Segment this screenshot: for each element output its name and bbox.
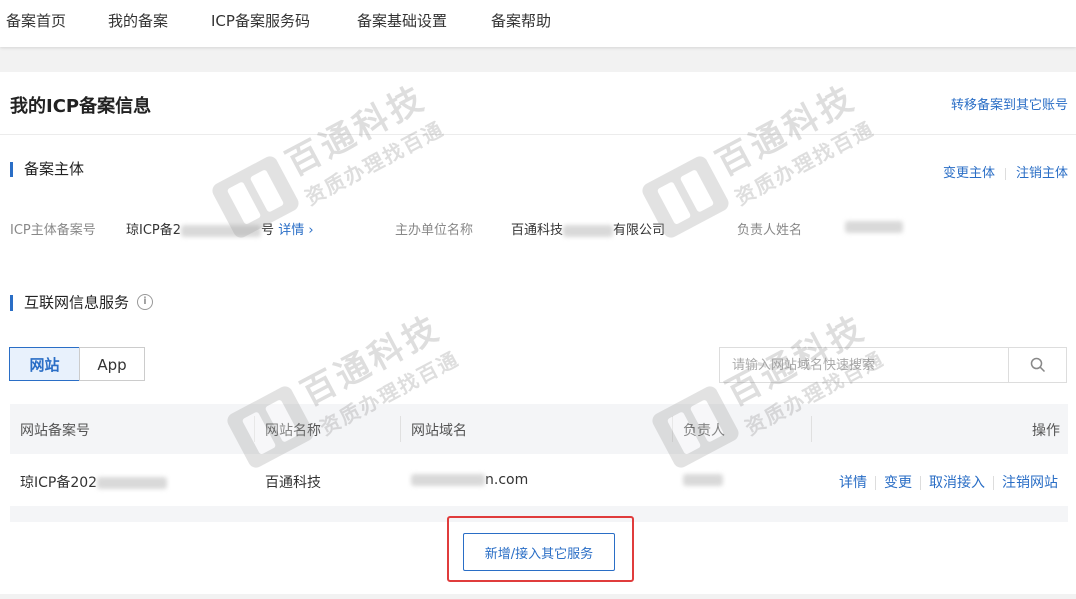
cell-record-number: 琼ICP备202 (20, 472, 168, 492)
table-row: 琼ICP备202 百通科技 n.com 详情 变更 取消接入 注销网站 (10, 454, 1068, 507)
nav-item-service-code[interactable]: ICP备案服务码 (211, 10, 310, 31)
cancel-subject-link[interactable]: 注销主体 (1016, 166, 1068, 181)
main-panel: 我的ICP备案信息 转移备案到其它账号 备案主体 变更主体 注销主体 ICP主体备… (0, 72, 1076, 594)
search-button[interactable] (1009, 347, 1067, 383)
page-title: 我的ICP备案信息 (10, 96, 152, 117)
redacted-text (683, 474, 723, 486)
column-header-site-name: 网站名称 (265, 423, 321, 439)
separator (875, 476, 876, 490)
redacted-text (181, 224, 262, 237)
column-header-record-number: 网站备案号 (20, 423, 90, 439)
record-number-prefix: 琼ICP备202 (20, 475, 98, 491)
nav-item-my-records[interactable]: 我的备案 (108, 10, 168, 31)
column-header-owner: 负责人 (683, 423, 725, 439)
icp-detail-link[interactable]: 详情 › (278, 223, 313, 238)
tab-app[interactable]: App (79, 347, 145, 381)
subject-actions: 变更主体 注销主体 (943, 162, 1068, 181)
owner-name-value (845, 219, 903, 234)
row-cancel-access-link[interactable]: 取消接入 (929, 475, 985, 491)
section-heading-subject: 备案主体 (10, 162, 84, 177)
owner-name-label: 负责人姓名 (737, 223, 803, 238)
nav-item-help[interactable]: 备案帮助 (491, 10, 551, 31)
info-icon[interactable]: i (137, 294, 154, 310)
domain-search-input[interactable] (719, 347, 1009, 383)
org-name-label: 主办单位名称 (395, 223, 474, 238)
column-separator (254, 416, 255, 442)
column-separator (811, 416, 812, 442)
column-header-actions: 操作 (1032, 423, 1060, 439)
separator (920, 476, 921, 490)
section-heading-internet-service: 互联网信息服务 i (10, 293, 154, 312)
search-icon (1030, 357, 1045, 373)
cell-domain: n.com (411, 472, 528, 488)
column-separator (400, 416, 401, 442)
row-change-link[interactable]: 变更 (884, 475, 912, 491)
redacted-text (411, 474, 485, 486)
redacted-text (563, 224, 614, 237)
org-name-suffix: 有限公司 (613, 223, 666, 238)
icp-number-suffix: 号 (261, 223, 275, 238)
domain-suffix: n.com (485, 472, 529, 488)
row-deregister-link[interactable]: 注销网站 (1002, 475, 1058, 491)
cell-owner (683, 472, 723, 488)
icp-number-label: ICP主体备案号 (10, 223, 96, 238)
org-name-value: 百通科技 有限公司 (511, 219, 665, 238)
redacted-text (97, 477, 168, 489)
cell-site-name: 百通科技 (265, 475, 321, 491)
org-name-prefix: 百通科技 (511, 223, 564, 238)
column-header-domain: 网站域名 (411, 423, 467, 439)
separator (993, 476, 994, 490)
top-nav: 备案首页 我的备案 ICP备案服务码 备案基础设置 备案帮助 (0, 0, 1076, 47)
row-actions: 详情 变更 取消接入 注销网站 (839, 472, 1058, 492)
icp-number-prefix: 琼ICP备2 (126, 223, 182, 238)
column-separator (672, 416, 673, 442)
add-service-button[interactable]: 新增/接入其它服务 (463, 533, 615, 571)
tab-website[interactable]: 网站 (9, 347, 80, 381)
transfer-record-link[interactable]: 转移备案到其它账号 (951, 94, 1068, 113)
separator (1004, 167, 1006, 180)
row-detail-link[interactable]: 详情 (839, 475, 867, 491)
redacted-text (845, 220, 903, 233)
table-header: 网站备案号 网站名称 网站域名 负责人 操作 (10, 404, 1068, 454)
icp-number-value: 琼ICP备2 号 详情 › (126, 219, 314, 238)
divider (0, 134, 1076, 135)
nav-item-basic-settings[interactable]: 备案基础设置 (357, 10, 447, 31)
nav-item-home[interactable]: 备案首页 (6, 10, 66, 31)
change-subject-link[interactable]: 变更主体 (943, 166, 995, 181)
internet-service-title: 互联网信息服务 (24, 293, 130, 312)
